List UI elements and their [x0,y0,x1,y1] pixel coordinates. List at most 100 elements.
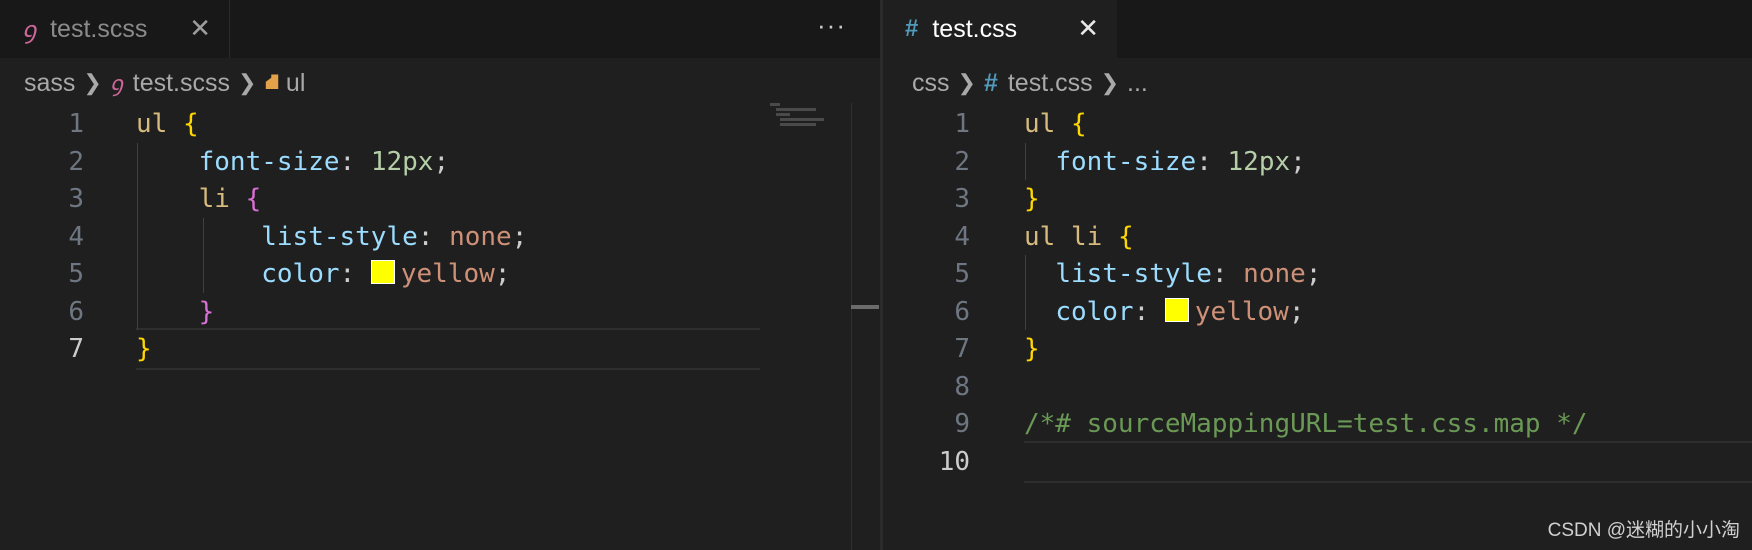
line-number: 1 [68,109,84,139]
code-token: ul li [1024,221,1103,252]
sass-icon: ꝯ [22,15,37,44]
line-number: 6 [68,296,84,327]
breadcrumb-file[interactable]: test.scss [133,69,230,98]
code-editor[interactable]: 1 ul {2 font-size: 12px; 3} 4 ul li {5 list-… [883,105,1752,550]
code-line[interactable]: 5 list-style: none; [883,253,1752,295]
scrollbar-thumb[interactable] [851,305,879,309]
code-line[interactable]: 4 list-style: none; [0,216,760,258]
code-token: { [1117,221,1134,252]
code-token: : [339,259,371,289]
code-token: } [198,296,215,327]
breadcrumb-symbol[interactable]: ul [286,69,305,98]
code-token: : [417,221,450,252]
code-token: ul [136,109,168,139]
code-token: } [1024,334,1040,364]
code-token: ; [1290,146,1306,177]
code-token: { [182,109,199,139]
code-editor[interactable]: 1 ul {2 font-size: 12px; 3 li {4 list-styl… [0,105,880,550]
code-line[interactable]: 3 li { [0,178,760,220]
code-token: list-style [261,221,418,252]
line-code: list-style: none; [1024,253,1321,295]
code-token: 12px [370,146,434,177]
line-code: ul li { [1024,216,1134,258]
line-number: 7 [68,334,84,364]
line-code: color: yellow; [136,253,510,295]
code-line[interactable]: 7} [0,328,760,370]
code-token: li [198,184,230,214]
code-line[interactable]: 1 ul { [883,103,1752,145]
line-code: ul { [136,103,199,145]
line-code: font-size: 12px; [1024,141,1306,183]
line-number: 7 [954,334,970,364]
indent-guide [1025,142,1026,180]
line-number: 6 [954,296,970,327]
code-line[interactable]: 4 ul li { [883,216,1752,258]
code-line[interactable]: 6 } [0,291,760,333]
line-number: 8 [954,371,970,402]
code-token: ; [433,146,450,177]
indent-guide [1025,255,1026,330]
code-token: ; [1288,296,1305,327]
more-actions-icon[interactable]: ··· [817,10,846,41]
code-token: ul [1024,109,1056,139]
line-number: 10 [938,446,970,477]
tab-test-scss[interactable]: ꝯ test.scss ✕ [0,0,230,58]
breadcrumb-folder[interactable]: sass [24,69,75,98]
line-code: ul { [1024,103,1087,145]
code-line[interactable]: 9 /*# sourceMappingURL=test.css.map */ [883,403,1752,445]
line-number: 5 [68,259,84,289]
breadcrumb: css ❯ # test.css ❯ ... [883,58,1752,108]
close-icon[interactable]: ✕ [1077,13,1099,44]
watermark: CSDN @迷糊的小小淘 [1547,520,1740,541]
code-token: : [1196,146,1228,177]
indent-guide [137,142,138,330]
color-swatch-icon[interactable] [1164,297,1189,322]
code-line[interactable]: 7} [883,328,1752,370]
code-token: } [1024,184,1040,214]
code-token: yellow [1194,296,1289,327]
close-icon[interactable]: ✕ [189,13,211,44]
code-token: font-size [1055,146,1197,177]
line-code: } [1024,328,1040,370]
right-editor-group: # test.css ✕ css ❯ # test.css ❯ ... 1 ul … [883,0,1752,550]
css-icon: # [905,15,919,42]
code-line[interactable]: 1 ul { [0,103,760,145]
tab-bar: ꝯ test.scss ✕ ··· [0,0,880,58]
minimap[interactable] [770,103,850,133]
breadcrumb: sass ❯ ꝯ test.scss ❯ ⛘ ul [0,58,880,108]
code-token: : [339,146,371,177]
code-token: } [136,334,152,364]
tab-test-css[interactable]: # test.css ✕ [883,0,1117,58]
code-line[interactable]: 2 font-size: 12px; [0,141,760,183]
breadcrumb-symbol[interactable]: ... [1127,69,1148,98]
breadcrumb-file[interactable]: test.css [1008,69,1093,98]
vertical-scrollbar[interactable] [851,103,880,550]
code-token: font-size [198,146,340,177]
code-line[interactable]: 6 color: yellow; [883,291,1752,333]
code-token: 12px [1227,146,1291,177]
css-icon: # [983,68,998,97]
code-line[interactable]: 2 font-size: 12px; [883,141,1752,183]
code-line[interactable]: 5 color: yellow; [0,253,760,295]
line-number: 2 [68,146,84,177]
code-token: ; [1305,259,1322,289]
code-token: yellow [400,259,495,289]
code-line[interactable]: 3} [883,178,1752,220]
color-swatch-icon[interactable] [370,260,395,284]
code-line[interactable]: 10 [883,441,1752,483]
breadcrumb-folder[interactable]: css [912,69,950,98]
code-line[interactable]: 8 [883,366,1752,408]
code-token: ; [494,259,511,289]
code-token: /*# sourceMappingURL=test.css.map */ [1024,409,1588,439]
left-editor-group: ꝯ test.scss ✕ ··· sass ❯ ꝯ test.scss ❯ ⛘… [0,0,880,550]
indent-guide [203,217,204,293]
